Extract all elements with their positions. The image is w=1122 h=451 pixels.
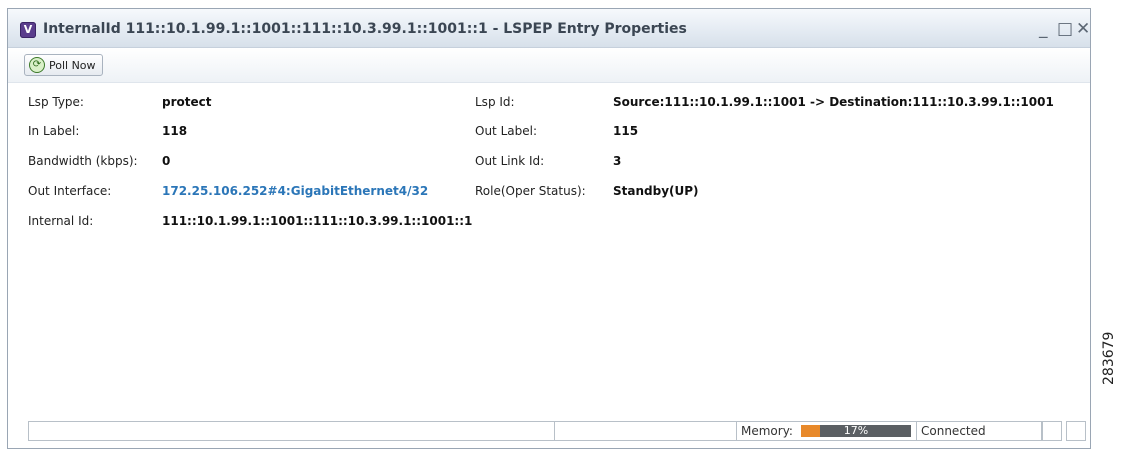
lsp-id-value: Source:111::10.1.99.1::1001 -> Destinati… bbox=[613, 95, 1054, 109]
bandwidth-label: Bandwidth (kbps): bbox=[28, 154, 138, 168]
out-interface-label: Out Interface: bbox=[28, 184, 112, 198]
figure-number: 283679 bbox=[1101, 331, 1117, 385]
out-link-id-label: Out Link Id: bbox=[475, 154, 545, 168]
internal-id-label: Internal Id: bbox=[28, 214, 94, 228]
role-label: Role(Oper Status): bbox=[475, 184, 586, 198]
properties-window: V InternalId 111::10.1.99.1::1001::111::… bbox=[7, 8, 1091, 449]
memory-usage-bar: 17% bbox=[801, 425, 911, 437]
close-icon[interactable]: ✕ bbox=[1076, 19, 1090, 39]
memory-percent: 17% bbox=[843, 424, 869, 437]
out-interface-link[interactable]: 172.25.106.252#4:GigabitEthernet4/32 bbox=[162, 184, 428, 198]
out-link-id-value: 3 bbox=[613, 154, 622, 168]
window-title: InternalId 111::10.1.99.1::1001::111::10… bbox=[43, 21, 687, 37]
app-logo-icon: V bbox=[20, 22, 36, 38]
status-message-field bbox=[28, 421, 556, 441]
lsp-type-value: protect bbox=[162, 95, 212, 109]
poll-now-label: Poll Now bbox=[49, 58, 96, 72]
minimize-icon[interactable]: _ bbox=[1039, 19, 1048, 39]
status-field-2 bbox=[554, 421, 738, 441]
lsp-id-label: Lsp Id: bbox=[475, 95, 515, 109]
internal-id-value: 111::10.1.99.1::1001::111::10.3.99.1::10… bbox=[162, 214, 473, 228]
lsp-type-label: Lsp Type: bbox=[28, 95, 84, 109]
bandwidth-value: 0 bbox=[162, 154, 171, 168]
memory-label: Memory: bbox=[741, 424, 793, 438]
connection-status: Connected bbox=[916, 421, 1042, 441]
out-label-value: 115 bbox=[613, 124, 639, 138]
title-bar[interactable]: V InternalId 111::10.1.99.1::1001::111::… bbox=[8, 9, 1090, 48]
status-field-5 bbox=[1042, 421, 1062, 441]
status-field-6 bbox=[1066, 421, 1086, 441]
maximize-icon[interactable]: □ bbox=[1057, 19, 1073, 39]
memory-indicator: Memory: 17% bbox=[736, 421, 918, 441]
poll-now-button[interactable]: ⟳ Poll Now bbox=[24, 54, 103, 76]
in-label-value: 118 bbox=[162, 124, 188, 138]
role-value: Standby(UP) bbox=[613, 184, 699, 198]
refresh-icon: ⟳ bbox=[29, 57, 45, 73]
in-label-label: In Label: bbox=[28, 124, 80, 138]
out-label-label: Out Label: bbox=[475, 124, 537, 138]
toolbar: ⟳ Poll Now bbox=[8, 48, 1090, 83]
